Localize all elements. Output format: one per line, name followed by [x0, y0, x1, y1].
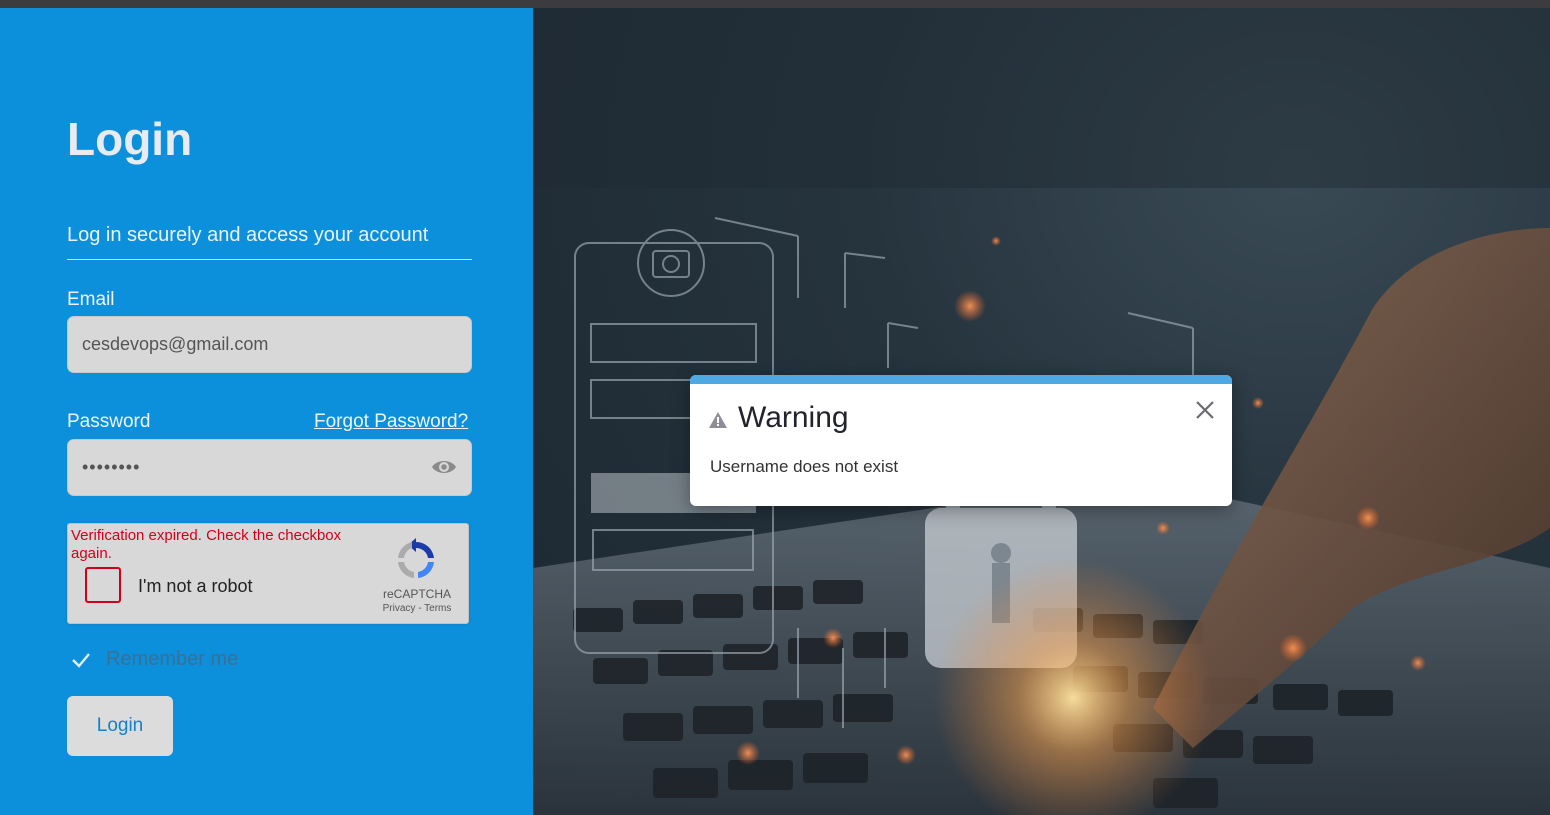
warning-icon [709, 412, 727, 428]
login-button[interactable]: Login [67, 696, 173, 756]
page-title: Login [67, 113, 193, 165]
close-icon[interactable] [1194, 399, 1216, 421]
recaptcha-brand: reCAPTCHA [382, 587, 451, 601]
remember-me-checkbox[interactable]: Remember me [70, 648, 238, 671]
password-field-value: •••••••• [82, 457, 141, 477]
email-field-value: cesdevops@gmail.com [82, 334, 269, 354]
login-subtitle: Log in securely and access your account [67, 224, 429, 246]
dialog-title: Warning [738, 401, 849, 434]
dialog-accent-bar [690, 375, 1232, 384]
captcha-error-text: Verification expired. Check the checkbox… [71, 527, 342, 562]
forgot-password-link[interactable]: Forgot Password? [314, 411, 468, 433]
recaptcha-links[interactable]: Privacy - Terms [373, 603, 461, 614]
dialog-message: Username does not exist [710, 457, 899, 476]
warning-dialog: Warning Username does not exist [690, 375, 1232, 506]
eye-icon[interactable] [430, 455, 458, 479]
captcha-label: I'm not a robot [138, 576, 253, 596]
email-field[interactable]: cesdevops@gmail.com [67, 316, 472, 373]
recaptcha-widget: Verification expired. Check the checkbox… [67, 523, 469, 624]
recaptcha-icon [398, 538, 434, 578]
password-label: Password [67, 411, 151, 432]
check-icon [72, 652, 90, 668]
captcha-checkbox[interactable] [85, 567, 121, 603]
remember-me-label: Remember me [106, 648, 239, 670]
password-field[interactable]: •••••••• [67, 439, 472, 496]
window-top-bar [0, 0, 1550, 8]
email-label: Email [67, 289, 115, 310]
divider [67, 259, 472, 260]
